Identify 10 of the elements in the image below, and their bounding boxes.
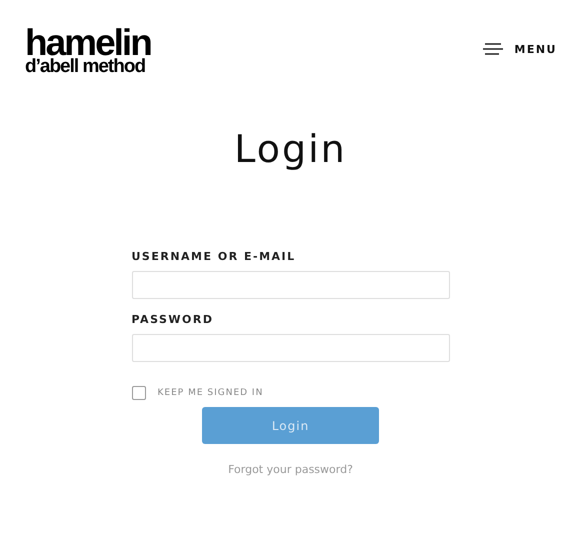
- menu-button[interactable]: MENU: [483, 42, 557, 56]
- field-label: USERNAME OR E-MAIL: [132, 250, 297, 263]
- checkbox[interactable]: [132, 386, 146, 400]
- checkbox-label: KEEP ME SIGNED IN: [158, 388, 264, 398]
- menu-icon: [483, 43, 504, 55]
- logo[interactable]: hamelin d’abell method: [25, 26, 151, 76]
- input-field[interactable]: [132, 334, 450, 362]
- input-field[interactable]: [132, 271, 450, 299]
- page-title: Login: [233, 126, 348, 172]
- field-label: PASSWORD: [132, 313, 215, 326]
